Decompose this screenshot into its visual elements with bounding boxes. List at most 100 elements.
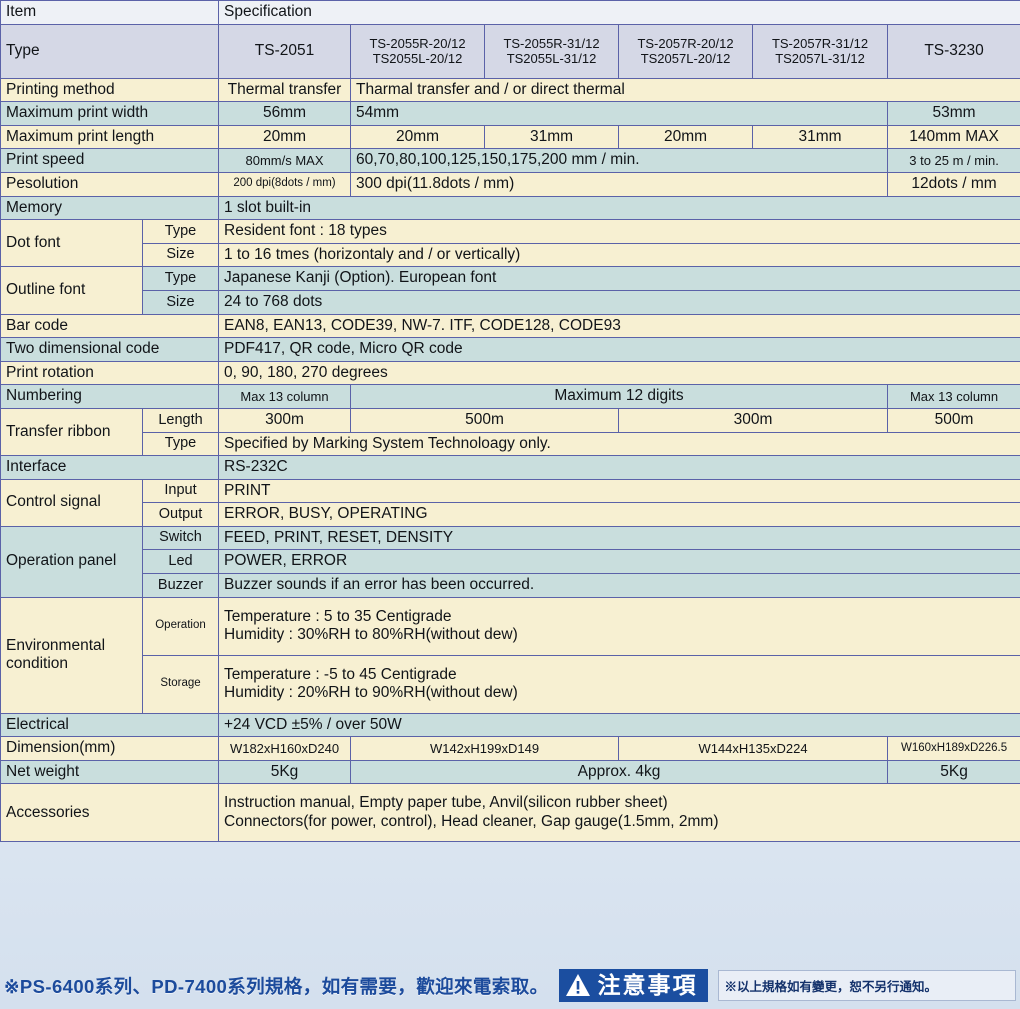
- dimension-value-2: W142xH199xD149: [350, 736, 619, 761]
- table-row-interface: Interface RS-232C: [0, 455, 1020, 480]
- environmental-label-line1: Environmental: [6, 636, 106, 654]
- sub-label-control-signal-output: Output: [142, 502, 219, 527]
- row-label-print-rotation: Print rotation: [0, 360, 219, 386]
- numbering-value-1: Max 13 column: [218, 384, 351, 409]
- table-row-net-weight: Net weight 5Kg Approx. 4kg 5Kg: [0, 759, 1020, 785]
- model-line1: TS-3230: [924, 41, 984, 59]
- accessories-line2: Connectors(for power, control), Head cle…: [224, 812, 719, 830]
- row-label-type: Type: [0, 23, 219, 79]
- table-row-control-signal-output: Output ERROR, BUSY, OPERATING: [1, 502, 1020, 527]
- dimension-value-1: W182xH160xD240: [218, 736, 351, 761]
- memory-value: 1 slot built-in: [217, 195, 1020, 221]
- row-label-print-speed: Print speed: [0, 148, 219, 173]
- row-label-environmental-condition: Environmental condition: [0, 596, 143, 714]
- row-label-numbering: Numbering: [0, 384, 219, 409]
- model-ts-3230: TS-3230: [886, 23, 1020, 79]
- row-label-bar-code: Bar code: [0, 313, 219, 339]
- electrical-value: +24 VCD ±5% / over 50W: [217, 712, 1020, 738]
- model-ts-2051: TS-2051: [218, 23, 351, 79]
- table-row-numbering: Numbering Max 13 column Maximum 12 digit…: [0, 384, 1020, 409]
- operation-panel-buzzer-value: Buzzer sounds if an error has been occur…: [217, 573, 1020, 598]
- accessories-value: Instruction manual, Empty paper tube, An…: [217, 783, 1020, 843]
- sub-label-environmental-storage: Storage: [142, 654, 219, 714]
- transfer-ribbon-length-6: 500m: [886, 407, 1020, 433]
- dimension-value-6: W160xH189xD226.5: [886, 736, 1020, 761]
- header-item-label: Item: [0, 0, 219, 25]
- warning-triangle-icon: [565, 973, 591, 997]
- model-line1: TS-2057R-31/12: [771, 35, 869, 51]
- operation-panel-led-value: POWER, ERROR: [217, 549, 1020, 575]
- model-line1: TS-2055R-31/12: [503, 35, 600, 51]
- model-line2: TS2057L-20/12: [640, 51, 731, 67]
- max-print-width-value-2: 54mm: [350, 101, 888, 126]
- sub-label-environmental-operation: Operation: [142, 596, 219, 656]
- two-dimensional-code-value: PDF417, QR code, Micro QR code: [217, 337, 1020, 362]
- table-row-print-speed: Print speed 80mm/s MAX 60,70,80,100,125,…: [0, 148, 1020, 173]
- table-row-transfer-ribbon-length: Transfer ribbon Length 300m 500m 300m 50…: [0, 407, 1020, 457]
- transfer-ribbon-length-2: 500m: [350, 407, 619, 433]
- sub-label-dot-font-type: Type: [142, 219, 219, 244]
- net-weight-value-2: Approx. 4kg: [350, 759, 888, 785]
- model-line2: TS2055L-31/12: [506, 51, 597, 67]
- sub-label-dot-font-size: Size: [142, 242, 219, 268]
- print-rotation-value: 0, 90, 180, 270 degrees: [217, 360, 1020, 386]
- footer-series-note: ※PS-6400系列、PD-7400系列規格，如有需要，歡迎來電索取。: [4, 975, 549, 997]
- table-row-environmental-operation: Environmental condition Operation Temper…: [0, 596, 1020, 714]
- numbering-value-2: Maximum 12 digits: [350, 384, 888, 409]
- table-row-header-item: Item Specification: [0, 0, 1020, 25]
- specification-table: Item Specification Type TS-2051 TS-2055R…: [0, 0, 1020, 843]
- row-label-memory: Memory: [0, 195, 219, 221]
- printing-method-value-1: Thermal transfer: [218, 77, 351, 103]
- row-label-max-print-width: Maximum print width: [0, 101, 219, 126]
- row-label-resolution: Pesolution: [0, 171, 219, 197]
- max-print-length-value-4: 20mm: [618, 124, 753, 150]
- interface-value: RS-232C: [217, 455, 1020, 480]
- table-row-dot-font-size: Size 1 to 16 tmes (horizontaly and / or …: [1, 242, 1020, 268]
- table-row-type: Type TS-2051 TS-2055R-20/12 TS2055L-20/1…: [0, 23, 1020, 79]
- header-specification-label: Specification: [217, 0, 1020, 25]
- environmental-storage-value: Temperature : -5 to 45 Centigrade Humidi…: [217, 654, 1020, 714]
- row-label-dimension: Dimension(mm): [0, 736, 219, 761]
- row-label-operation-panel: Operation panel: [0, 525, 143, 598]
- max-print-length-value-6: 140mm MAX: [886, 124, 1020, 150]
- max-print-length-value-2: 20mm: [350, 124, 485, 150]
- model-line2: TS2057L-31/12: [775, 51, 865, 67]
- table-row-control-signal-input: Control signal Input PRINT: [0, 478, 1020, 527]
- environmental-storage-line2: Humidity : 20%RH to 90%RH(without dew): [224, 684, 518, 702]
- row-label-net-weight: Net weight: [0, 759, 219, 785]
- row-label-dot-font: Dot font: [0, 219, 143, 268]
- table-row-environmental-storage: Storage Temperature : -5 to 45 Centigrad…: [1, 654, 1020, 714]
- model-line1: TS-2057R-20/12: [637, 35, 734, 51]
- transfer-ribbon-length-1: 300m: [218, 407, 351, 433]
- printing-method-value-2: Tharmal transfer and / or direct thermal: [349, 77, 1020, 103]
- row-label-printing-method: Printing method: [0, 77, 219, 103]
- accessories-line1: Instruction manual, Empty paper tube, An…: [224, 794, 668, 812]
- sub-label-outline-font-type: Type: [142, 266, 219, 291]
- table-row-memory: Memory 1 slot built-in: [0, 195, 1020, 221]
- table-row-max-print-width: Maximum print width 56mm 54mm 53mm: [0, 101, 1020, 126]
- dot-font-size-value: 1 to 16 tmes (horizontaly and / or verti…: [217, 242, 1020, 268]
- table-row-operation-panel-switch: Operation panel Switch FEED, PRINT, RESE…: [0, 525, 1020, 598]
- net-weight-value-1: 5Kg: [218, 759, 351, 785]
- net-weight-value-6: 5Kg: [886, 759, 1020, 785]
- notice-badge: 注意事項: [558, 969, 708, 1002]
- notice-badge-label: 注意事項: [597, 971, 698, 998]
- environmental-operation-line1: Temperature : 5 to 35 Centigrade: [224, 607, 452, 625]
- print-speed-value-2: 60,70,80,100,125,150,175,200 mm / min.: [350, 148, 888, 173]
- max-print-width-value-6: 53mm: [886, 101, 1020, 126]
- max-print-length-value-5: 31mm: [752, 124, 888, 150]
- row-label-accessories: Accessories: [0, 783, 219, 843]
- control-signal-output-value: ERROR, BUSY, OPERATING: [217, 502, 1020, 527]
- row-label-interface: Interface: [0, 455, 219, 480]
- resolution-value-2: 300 dpi(11.8dots / mm): [350, 171, 888, 197]
- max-print-width-value-1: 56mm: [218, 101, 351, 126]
- footer-bar: ※PS-6400系列、PD-7400系列規格，如有需要，歡迎來電索取。 注意事項…: [0, 962, 1020, 1009]
- sub-label-operation-panel-led: Led: [142, 549, 219, 575]
- sub-label-operation-panel-buzzer: Buzzer: [142, 573, 219, 598]
- resolution-value-1: 200 dpi(8dots / mm): [218, 171, 351, 197]
- model-ts-2057r-31-12: TS-2057R-31/12 TS2057L-31/12: [752, 23, 888, 79]
- model-line2: TS2055L-20/12: [372, 51, 463, 67]
- environmental-operation-value: Temperature : 5 to 35 Centigrade Humidit…: [217, 596, 1020, 656]
- table-row-two-dimensional-code: Two dimensional code PDF417, QR code, Mi…: [0, 337, 1020, 362]
- table-row-accessories: Accessories Instruction manual, Empty pa…: [0, 783, 1020, 843]
